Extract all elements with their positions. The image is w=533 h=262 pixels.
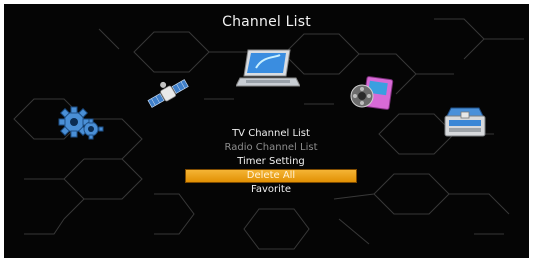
gear-icon[interactable] — [58, 104, 104, 142]
menu-item-favorite[interactable]: Favorite — [185, 183, 357, 197]
page-title: Channel List — [222, 14, 311, 30]
toolbox-icon[interactable] — [441, 104, 489, 142]
laptop-icon[interactable] — [236, 48, 300, 90]
channel-list-menu: TV Channel List Radio Channel List Timer… — [185, 127, 357, 197]
menu-item-tv-channel-list[interactable]: TV Channel List — [185, 127, 357, 141]
menu-item-delete-all[interactable]: Delete All — [185, 169, 357, 183]
tv-menu-screen: Channel List TV Channel List Radio Chann… — [4, 4, 529, 258]
media-icon[interactable] — [349, 76, 395, 112]
menu-item-timer-setting[interactable]: Timer Setting — [185, 155, 357, 169]
satellite-icon[interactable] — [145, 74, 193, 112]
menu-item-radio-channel-list[interactable]: Radio Channel List — [185, 141, 357, 155]
